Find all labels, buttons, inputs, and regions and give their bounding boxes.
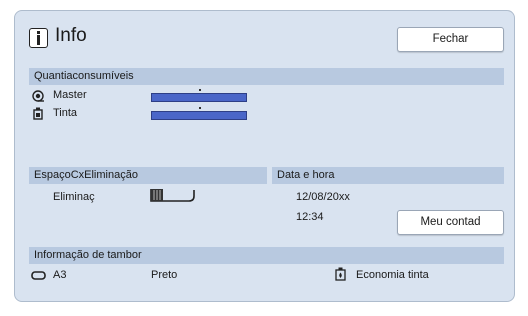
date-value: 12/08/20xx bbox=[296, 191, 350, 203]
ink-saving-mode: Economia tinta bbox=[356, 269, 429, 281]
drum-icon bbox=[31, 271, 46, 280]
close-button[interactable]: Fechar bbox=[397, 27, 504, 52]
master-label: Master bbox=[53, 89, 87, 101]
master-level-marker bbox=[199, 89, 201, 91]
disposal-label: Eliminaç bbox=[53, 191, 95, 203]
dialog-title: Info bbox=[55, 25, 87, 46]
ink-level-marker bbox=[199, 107, 201, 109]
drum-size: A3 bbox=[53, 269, 67, 281]
section-drum: Informação de tambor bbox=[29, 247, 504, 264]
master-level-bar bbox=[151, 93, 247, 102]
ink-level-bar bbox=[151, 111, 247, 120]
info-dialog: Info Fechar Quantiaconsumíveis Master Ti… bbox=[14, 10, 515, 302]
drum-color: Preto bbox=[151, 269, 178, 281]
master-roll-icon bbox=[32, 90, 44, 102]
my-counter-button[interactable]: Meu contad bbox=[397, 210, 504, 235]
section-datetime: Data e hora bbox=[272, 167, 504, 184]
ink-bottle-icon bbox=[33, 107, 43, 120]
info-icon bbox=[29, 28, 48, 48]
ink-label: Tinta bbox=[53, 107, 78, 119]
time-value: 12:34 bbox=[296, 211, 324, 223]
ink-saving-icon bbox=[335, 267, 346, 281]
section-disposal: EspaçoCxEliminação bbox=[29, 167, 267, 184]
disposal-box-icon bbox=[150, 189, 195, 202]
section-consumables: Quantiaconsumíveis bbox=[29, 68, 504, 85]
